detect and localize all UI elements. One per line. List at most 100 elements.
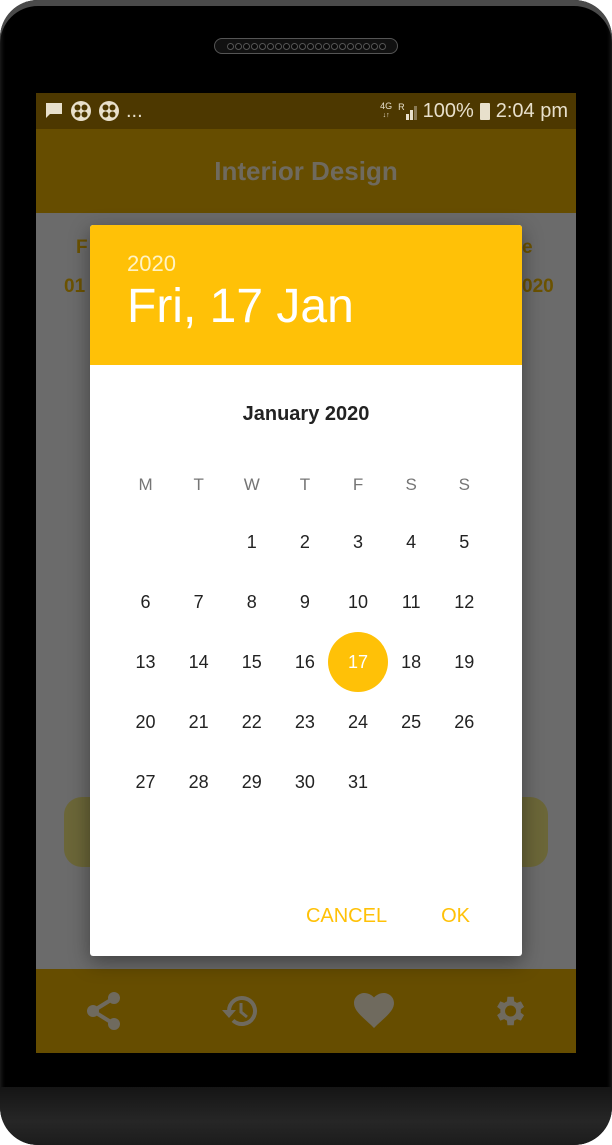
bottom-nav <box>36 969 576 1053</box>
app-icon <box>71 101 91 121</box>
day-cell[interactable]: 27 <box>119 767 172 797</box>
day-cell[interactable]: 14 <box>172 647 225 677</box>
background-label: e <box>522 237 533 258</box>
day-cell[interactable]: 11 <box>385 587 438 617</box>
settings-icon <box>496 996 524 1026</box>
header-selected-date[interactable]: Fri, 17 Jan <box>127 279 522 335</box>
day-number: 26 <box>454 712 475 732</box>
day-number: 29 <box>241 772 262 792</box>
day-number: 12 <box>454 592 475 612</box>
network-indicator: 4G ↓↑ <box>380 101 393 120</box>
day-cell[interactable]: 5 <box>438 527 491 557</box>
day-cell[interactable]: 1 <box>225 527 278 557</box>
day-number: 10 <box>348 592 369 612</box>
day-number: 7 <box>193 592 204 612</box>
day-cell[interactable]: 10 <box>332 587 385 617</box>
day-cell[interactable]: 18 <box>385 647 438 677</box>
day-cell[interactable]: 23 <box>278 707 331 737</box>
day-cell[interactable]: 6 <box>119 587 172 617</box>
day-number: 24 <box>348 712 369 732</box>
nav-share[interactable] <box>82 989 126 1033</box>
day-number: 11 <box>401 592 421 612</box>
day-cell[interactable]: 13 <box>119 647 172 677</box>
battery-icon <box>479 102 490 120</box>
day-cell[interactable]: 4 <box>385 527 438 557</box>
day-number: 9 <box>299 592 310 612</box>
weekday-label: W <box>243 475 260 494</box>
day-cell[interactable]: 31 <box>332 767 385 797</box>
day-cell[interactable]: 15 <box>225 647 278 677</box>
ok-button[interactable]: OK <box>409 901 522 931</box>
background-label: F <box>76 237 88 258</box>
calendar-week-row: 20 21 22 23 24 25 26 <box>119 707 491 767</box>
day-cell[interactable]: 16 <box>278 647 331 677</box>
speaker-grille <box>214 38 398 54</box>
day-number: 19 <box>454 652 475 672</box>
app-bar: Interior Design <box>36 129 576 213</box>
battery-percent: 100% <box>422 99 474 122</box>
day-cell[interactable]: 22 <box>225 707 278 737</box>
calendar-week-row: 27 28 29 30 31 <box>119 767 491 827</box>
clock: 2:04 pm <box>495 99 568 122</box>
day-cell[interactable]: 20 <box>119 707 172 737</box>
empty-day-cell <box>385 767 438 797</box>
calendar-grid: M T W T F S S 1 2 3 4 5 6 7 8 9 10 11 12 13 14 15 16 17 1… <box>119 470 491 827</box>
day-number: 2 <box>299 532 310 552</box>
day-number: 17 <box>348 652 369 672</box>
day-cell[interactable]: 2 <box>278 527 331 557</box>
weekday-label: T <box>193 475 204 494</box>
weekday-label: M <box>138 475 153 494</box>
message-icon <box>46 103 62 118</box>
weekday-label: S <box>458 475 470 494</box>
day-number: 16 <box>294 652 315 672</box>
day-cell-selected[interactable]: 17 <box>328 632 389 692</box>
month-title: January 2020 <box>242 403 370 425</box>
day-cell[interactable]: 24 <box>332 707 385 737</box>
date-picker-header: 2020 Fri, 17 Jan <box>90 225 522 365</box>
day-cell[interactable]: 26 <box>438 707 491 737</box>
cancel-button[interactable]: CANCEL <box>284 901 409 931</box>
day-cell[interactable]: 9 <box>278 587 331 617</box>
empty-day-cell <box>119 527 172 557</box>
date-picker-dialog: 2020 Fri, 17 Jan January 2020 M T W T F … <box>90 225 522 956</box>
calendar-week-row: 6 7 8 9 10 11 12 <box>119 587 491 647</box>
day-number: 6 <box>140 592 151 612</box>
phone-chin <box>0 1087 612 1145</box>
day-cell[interactable]: 30 <box>278 767 331 797</box>
day-cell[interactable]: 7 <box>172 587 225 617</box>
day-cell[interactable]: 29 <box>225 767 278 797</box>
day-cell[interactable]: 8 <box>225 587 278 617</box>
day-cell[interactable]: 12 <box>438 587 491 617</box>
day-cell[interactable]: 25 <box>385 707 438 737</box>
weekday-label: S <box>405 475 417 494</box>
day-number: 13 <box>135 652 156 672</box>
day-cell[interactable]: 28 <box>172 767 225 797</box>
day-cell[interactable]: 19 <box>438 647 491 677</box>
day-number: 5 <box>459 532 470 552</box>
day-number: 23 <box>294 712 315 732</box>
empty-day-cell <box>438 767 491 797</box>
nav-favorites[interactable] <box>352 989 396 1033</box>
day-number: 15 <box>241 652 262 672</box>
weekday-label: F <box>352 475 364 494</box>
nav-history[interactable] <box>217 989 261 1033</box>
empty-day-cell <box>172 527 225 557</box>
weekday-label: T <box>299 475 311 494</box>
day-cell[interactable]: 3 <box>332 527 385 557</box>
day-number: 14 <box>188 652 209 672</box>
calendar-week-row: 13 14 15 16 17 18 19 <box>119 632 491 707</box>
day-number: 22 <box>241 712 262 732</box>
nav-settings[interactable] <box>487 989 531 1033</box>
app-title: Interior Design <box>214 155 398 186</box>
day-number: 3 <box>353 532 364 552</box>
status-bar: ... 4G ↓↑ R 100% 2:04 pm <box>36 93 576 129</box>
day-number: 25 <box>401 712 422 732</box>
heart-icon <box>353 993 394 1028</box>
calendar-week-row: 1 2 3 4 5 <box>119 527 491 587</box>
more-notifications-icon: ... <box>126 99 143 122</box>
day-number: 28 <box>188 772 209 792</box>
day-number: 20 <box>135 712 156 732</box>
day-cell[interactable]: 21 <box>172 707 225 737</box>
header-year[interactable]: 2020 <box>127 251 522 277</box>
day-number: 4 <box>406 532 417 552</box>
